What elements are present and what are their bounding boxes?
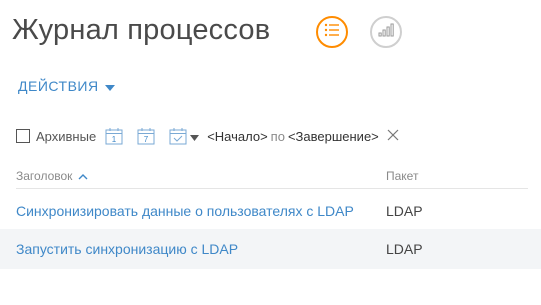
close-icon[interactable] bbox=[387, 129, 401, 143]
table-header: Заголовок Пакет bbox=[16, 164, 528, 189]
page-title: Журнал процессов bbox=[12, 14, 271, 46]
process-log-page: Журнал процессов ДЕЙСТВИЯ Архивные 1 7 <… bbox=[0, 0, 541, 305]
period-dropdown-icon[interactable] bbox=[190, 129, 200, 144]
process-table: Заголовок Пакет Синхронизировать данные … bbox=[0, 164, 541, 269]
calendar-week-number: 7 bbox=[144, 135, 149, 144]
row-package: LDAP bbox=[386, 203, 423, 219]
row-title-link[interactable]: Синхронизировать данные о пользователях … bbox=[16, 201, 386, 221]
period-filter[interactable]: <Начало> по <Завершение> bbox=[207, 129, 379, 144]
caret-down-icon bbox=[104, 78, 115, 94]
filter-bar: Архивные 1 7 <Начало> по <Завершение> bbox=[16, 123, 401, 149]
period-end[interactable]: <Завершение> bbox=[288, 129, 379, 144]
period-start[interactable]: <Начало> bbox=[207, 129, 267, 144]
chevron-up-icon bbox=[78, 169, 88, 183]
calendar-day-icon[interactable]: 1 bbox=[104, 126, 124, 146]
archive-label: Архивные bbox=[36, 128, 97, 144]
calendar-week-icon[interactable]: 7 bbox=[136, 126, 156, 146]
chart-view-button[interactable] bbox=[370, 16, 402, 48]
row-package: LDAP bbox=[386, 241, 423, 257]
column-title-header[interactable]: Заголовок bbox=[16, 169, 386, 183]
column-title-label: Заголовок bbox=[16, 169, 73, 183]
calendar-day-number: 1 bbox=[112, 135, 117, 144]
table-row[interactable]: Запустить синхронизацию с LDAP LDAP bbox=[0, 229, 541, 269]
list-view-button[interactable] bbox=[316, 16, 348, 48]
calendar-period-icon[interactable] bbox=[168, 126, 188, 146]
actions-menu-button[interactable]: ДЕЙСТВИЯ bbox=[18, 78, 115, 94]
actions-label: ДЕЙСТВИЯ bbox=[18, 78, 99, 94]
archive-checkbox[interactable] bbox=[16, 129, 30, 143]
period-separator: по bbox=[270, 128, 285, 144]
column-package-header[interactable]: Пакет bbox=[386, 169, 528, 183]
list-icon bbox=[324, 23, 340, 42]
table-row[interactable]: Синхронизировать данные о пользователях … bbox=[16, 189, 528, 229]
row-title-link[interactable]: Запустить синхронизацию с LDAP bbox=[16, 239, 386, 259]
bar-chart-icon bbox=[378, 23, 394, 42]
